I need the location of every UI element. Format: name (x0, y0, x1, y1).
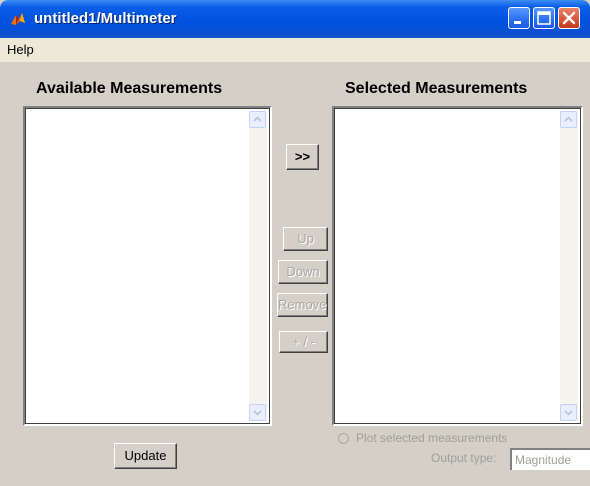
update-button[interactable]: Update (114, 443, 177, 469)
scroll-up-button[interactable] (249, 111, 266, 128)
multimeter-window: untitled1/Multimeter Help Available Meas… (0, 0, 590, 486)
title-bar[interactable]: untitled1/Multimeter (0, 0, 590, 38)
output-type-label: Output type: (431, 451, 497, 465)
maximize-icon (537, 11, 551, 25)
available-list-scrollbar[interactable] (249, 111, 267, 421)
window-title: untitled1/Multimeter (34, 10, 177, 27)
selected-measurements-list[interactable] (332, 106, 583, 426)
plot-selected-label: Plot selected measurements (356, 431, 508, 445)
chevron-down-icon (564, 410, 573, 416)
close-button[interactable] (558, 7, 580, 29)
maximize-button[interactable] (533, 7, 555, 29)
chevron-up-icon (564, 116, 573, 122)
minimize-button[interactable] (508, 7, 530, 29)
close-icon (562, 11, 576, 25)
chevron-up-icon (253, 116, 262, 122)
plus-minus-button[interactable]: + / - (279, 331, 328, 353)
available-measurements-list[interactable] (23, 106, 272, 426)
scroll-down-button[interactable] (249, 404, 266, 421)
minimize-icon (514, 21, 521, 24)
scroll-up-button[interactable] (560, 111, 577, 128)
plot-selected-radio[interactable] (338, 433, 349, 444)
move-down-button[interactable]: Down (278, 260, 328, 284)
menu-bar: Help (0, 38, 590, 62)
add-measurement-button[interactable]: >> (286, 144, 319, 170)
scroll-down-button[interactable] (560, 404, 577, 421)
move-up-button[interactable]: Up (283, 227, 328, 251)
available-measurements-heading: Available Measurements (36, 80, 223, 97)
output-type-select[interactable]: Magnitude (510, 448, 590, 470)
menu-help[interactable]: Help (7, 42, 34, 57)
matlab-app-icon (11, 13, 25, 25)
output-type-value: Magnitude (515, 453, 572, 467)
selected-measurements-heading: Selected Measurements (345, 80, 528, 97)
selected-list-scrollbar[interactable] (560, 111, 578, 421)
chevron-down-icon (253, 410, 262, 416)
remove-button[interactable]: Remove (277, 293, 328, 317)
